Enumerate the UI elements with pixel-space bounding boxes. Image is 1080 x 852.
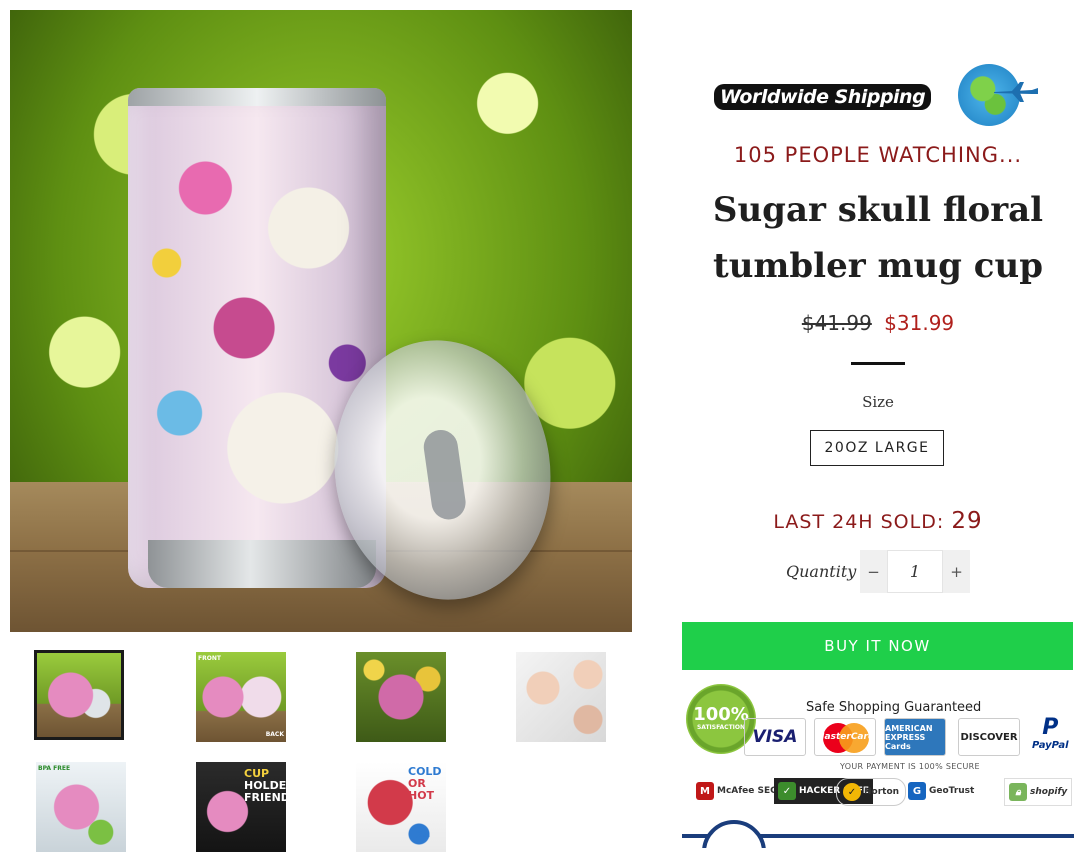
thumbnail-1[interactable] xyxy=(34,650,124,740)
thumbnail-caption: 24 xyxy=(416,830,430,841)
discover-icon: DISCOVER xyxy=(958,718,1020,756)
thumbnail-4[interactable] xyxy=(516,652,606,742)
lid-slider xyxy=(421,427,468,522)
mcafee-shield-icon: M xyxy=(696,782,714,800)
tumbler-base xyxy=(148,540,376,588)
sale-price: $31.99 xyxy=(884,311,955,335)
mastercard-icon: MasterCard xyxy=(814,718,876,756)
thumbnail-caption: BPA FREE xyxy=(38,765,71,772)
thumbnail-caption: BACK xyxy=(265,731,284,738)
payment-secure-text: YOUR PAYMENT IS 100% SECURE xyxy=(840,762,980,771)
quantity-increase-button[interactable]: + xyxy=(943,550,970,593)
satisfaction-percent: 100% xyxy=(693,704,749,725)
thumbnail-caption: FRONT xyxy=(198,655,221,662)
paypal-icon: P PayPal xyxy=(1032,715,1069,752)
thumbnail-2[interactable]: FRONT BACK xyxy=(196,652,286,742)
thumbnail-5[interactable]: BPA FREE xyxy=(36,762,126,852)
size-option-button[interactable]: 20OZ LARGE xyxy=(810,430,944,466)
sold-count: 29 xyxy=(951,508,983,534)
shipping-label: Worldwide Shipping xyxy=(714,84,932,110)
thumbnail-6[interactable]: CUP HOLDER FRIENDLY xyxy=(196,762,286,852)
geotrust-icon: G xyxy=(908,782,926,800)
thumbnail-7[interactable]: COLD OR HOT 24 xyxy=(356,762,446,852)
people-watching: 105 PEOPLE WATCHING... xyxy=(733,143,1023,167)
guarantee-seal-partial xyxy=(682,820,1074,848)
worldwide-shipping-banner: Worldwide Shipping xyxy=(714,64,1044,128)
seal-disc-icon xyxy=(702,820,766,848)
thumbnail-caption: OR HOT xyxy=(408,777,435,802)
product-title-line: Sugar skull floral xyxy=(712,190,1044,230)
safe-shopping-title: Safe Shopping Guaranteed xyxy=(806,700,982,715)
quantity-input[interactable] xyxy=(887,550,943,593)
norton-seal-icon: ✓ Norton xyxy=(836,778,907,806)
last-24h-sold: LAST 24H SOLD: 29 xyxy=(682,508,1074,534)
product-title: Sugar skull floral tumbler mug cup xyxy=(682,182,1074,294)
trust-badges: 100% SATISFACTION Safe Shopping Guarante… xyxy=(682,682,1074,812)
amex-icon: AMERICAN EXPRESS Cards xyxy=(884,718,946,756)
shopify-secure-seal-icon: 🔒︎ shopify xyxy=(1004,778,1073,806)
main-product-image[interactable] xyxy=(10,10,632,632)
paypal-p-glyph: P xyxy=(1042,715,1059,740)
quantity-label: Quantity xyxy=(786,562,857,581)
norton-check-icon: ✓ xyxy=(843,783,861,801)
visa-icon: VISA xyxy=(744,718,806,756)
thumbnail-3[interactable] xyxy=(356,652,446,742)
hacker-safe-check-icon: ✓ xyxy=(778,782,796,800)
seal-label: shopify xyxy=(1030,787,1068,797)
thumbnail-caption: FRIENDLY xyxy=(244,791,286,804)
shopify-lock-icon: 🔒︎ xyxy=(1009,783,1027,801)
tumbler-rim xyxy=(128,88,386,106)
buy-it-now-button[interactable]: BUY IT NOW xyxy=(682,622,1073,670)
plane-icon xyxy=(994,82,1038,102)
size-label: Size xyxy=(862,393,894,411)
compare-price: $41.99 xyxy=(801,311,872,335)
price-block: $41.99 $31.99 xyxy=(682,311,1074,335)
satisfaction-label: SATISFACTION xyxy=(696,724,746,731)
geotrust-seal-icon: G GeoTrust xyxy=(908,778,974,804)
seal-label: Norton xyxy=(864,787,900,797)
product-title-line: tumbler mug cup xyxy=(713,246,1043,286)
paypal-label: PayPal xyxy=(1032,740,1069,751)
sold-label: LAST 24H SOLD: xyxy=(773,511,945,533)
divider xyxy=(851,362,905,365)
seal-label: GeoTrust xyxy=(929,786,975,796)
mastercard-label: MasterCard xyxy=(815,732,875,742)
quantity-decrease-button[interactable]: − xyxy=(860,550,887,593)
